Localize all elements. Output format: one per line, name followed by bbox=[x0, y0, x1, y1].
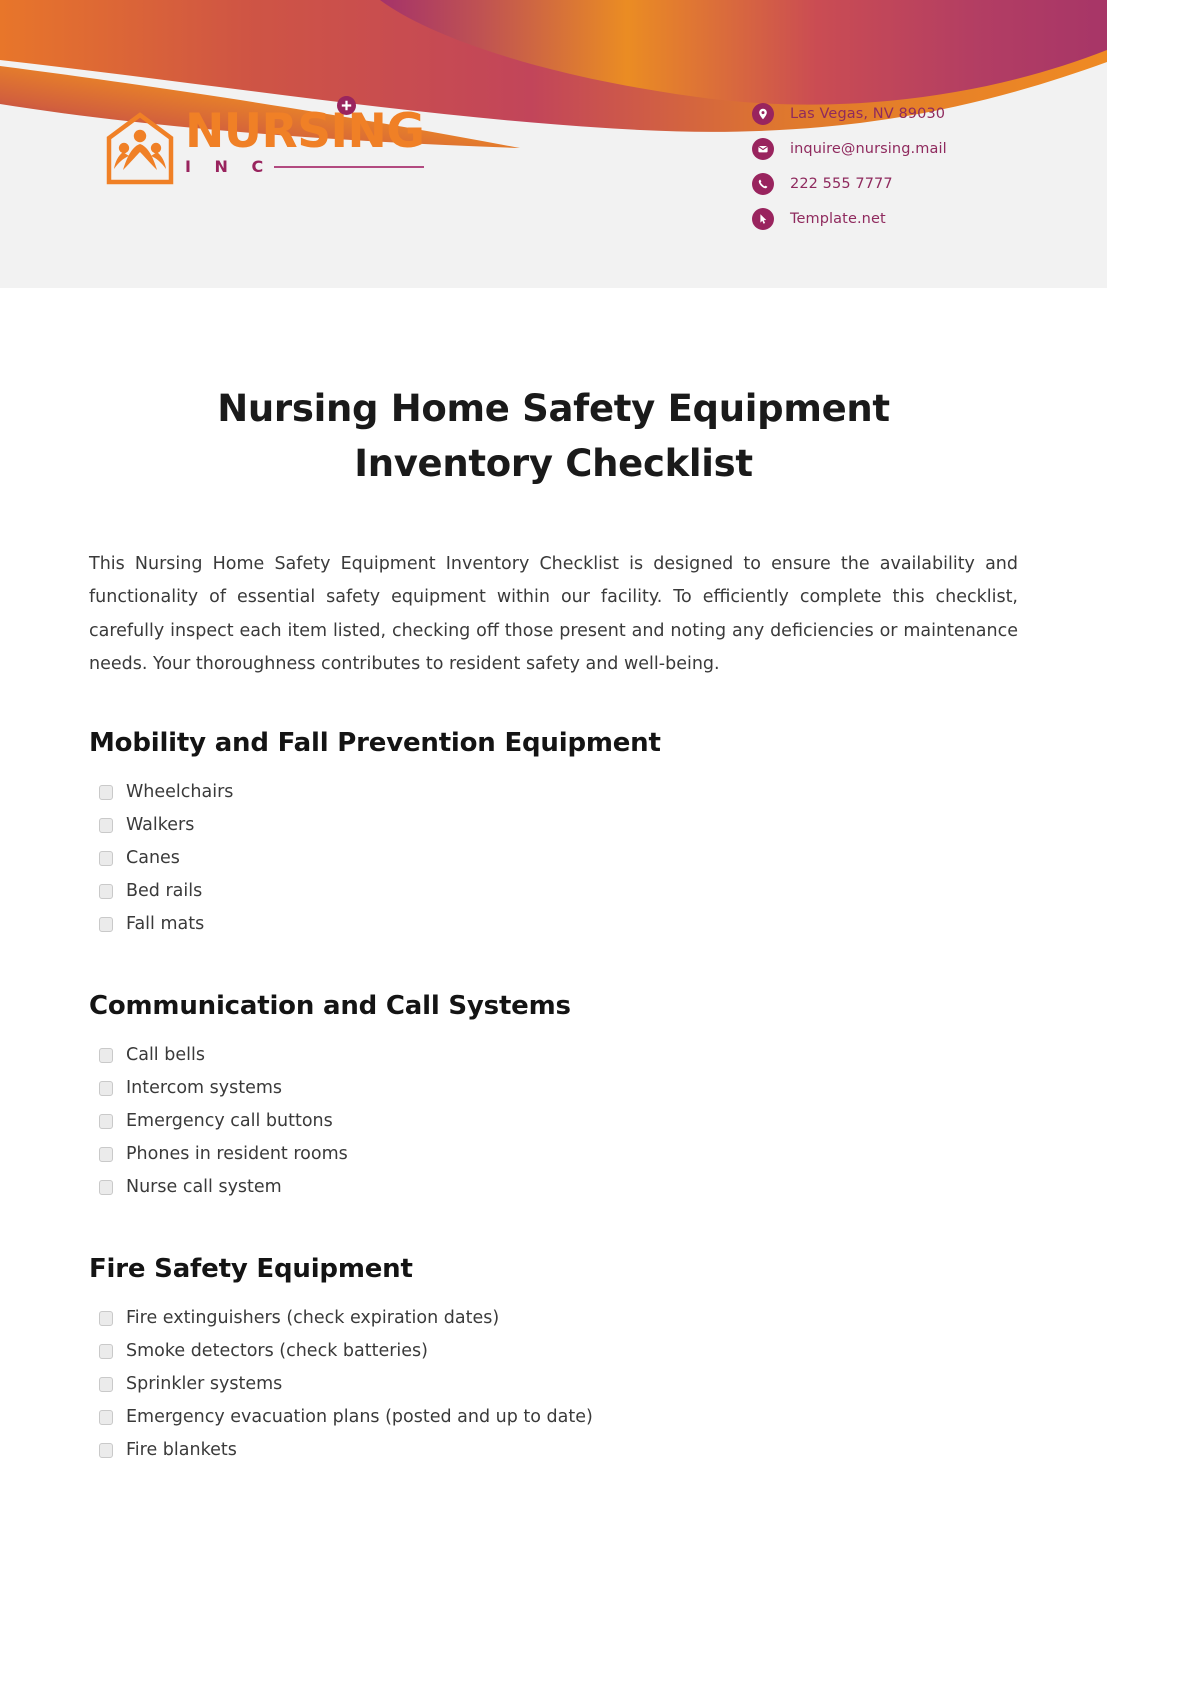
contact-phone-text: 222 555 7777 bbox=[790, 175, 893, 192]
section-fire-safety-equipment: Fire Safety Equipment Fire extinguishers… bbox=[89, 1254, 1018, 1467]
checkbox[interactable] bbox=[99, 1376, 113, 1392]
document-body: Nursing Home Safety Equipment Inventory … bbox=[0, 288, 1107, 1467]
section-title: Fire Safety Equipment bbox=[89, 1253, 413, 1284]
list-item[interactable]: Sprinkler systems bbox=[99, 1368, 1018, 1401]
section-communication-and-call-systems: Communication and Call Systems Call bell… bbox=[89, 991, 1018, 1204]
checkbox[interactable] bbox=[99, 1146, 113, 1162]
checkbox[interactable] bbox=[99, 1343, 113, 1359]
checklist-item-label: Smoke detectors (check batteries) bbox=[126, 1340, 428, 1361]
checkbox[interactable] bbox=[99, 817, 113, 833]
list-item[interactable]: Bed rails bbox=[99, 875, 1018, 908]
checklist-item-label: Fire blankets bbox=[126, 1439, 237, 1460]
list-item[interactable]: Fall mats bbox=[99, 908, 1018, 941]
phone-icon bbox=[752, 172, 774, 195]
contact-address-text: Las Vegas, NV 89030 bbox=[790, 105, 946, 122]
nursing-house-logo-icon bbox=[106, 112, 174, 185]
contact-info-list: Las Vegas, NV 89030 inquire@nursing.mail bbox=[752, 96, 947, 236]
brand-logo: NURSING I N C bbox=[105, 96, 425, 185]
checklist-item-label: Wheelchairs bbox=[126, 781, 234, 802]
list-item[interactable]: Phones in resident rooms bbox=[99, 1138, 1018, 1171]
contact-email-text: inquire@nursing.mail bbox=[790, 140, 947, 157]
checkbox[interactable] bbox=[99, 1442, 113, 1458]
checklist-item-label: Emergency evacuation plans (posted and u… bbox=[126, 1406, 593, 1427]
list-item[interactable]: Smoke detectors (check batteries) bbox=[99, 1335, 1018, 1368]
checkbox[interactable] bbox=[99, 850, 113, 866]
checklist-item-label: Fall mats bbox=[126, 913, 205, 934]
list-item[interactable]: Canes bbox=[99, 842, 1018, 875]
checklist-item-label: Canes bbox=[126, 847, 180, 868]
checkbox[interactable] bbox=[99, 1409, 113, 1425]
checklist-item-label: Emergency call buttons bbox=[126, 1110, 333, 1131]
list-item[interactable]: Fire extinguishers (check expiration dat… bbox=[99, 1302, 1018, 1335]
page-header: NURSING I N C Las Vegas, NV 89030 inquir… bbox=[0, 0, 1107, 288]
location-pin-icon bbox=[752, 102, 774, 125]
checklist-item-label: Intercom systems bbox=[126, 1077, 283, 1098]
checklist-item-label: Walkers bbox=[126, 814, 195, 835]
section-title: Communication and Call Systems bbox=[89, 990, 571, 1021]
checklist-item-label: Sprinkler systems bbox=[126, 1373, 283, 1394]
cursor-pointer-icon bbox=[752, 207, 774, 230]
checkbox[interactable] bbox=[99, 1080, 113, 1096]
checkbox[interactable] bbox=[99, 1047, 113, 1063]
contact-website-text: Template.net bbox=[790, 210, 886, 227]
checkbox[interactable] bbox=[99, 1310, 113, 1326]
checklist-item-label: Phones in resident rooms bbox=[126, 1143, 348, 1164]
checklist-item-label: Bed rails bbox=[126, 880, 203, 901]
list-item[interactable]: Walkers bbox=[99, 809, 1018, 842]
list-item[interactable]: Emergency call buttons bbox=[99, 1105, 1018, 1138]
contact-row-phone: 222 555 7777 bbox=[752, 166, 947, 201]
list-item[interactable]: Wheelchairs bbox=[99, 776, 1018, 809]
checkbox[interactable] bbox=[99, 883, 113, 899]
checklist-item-label: Call bells bbox=[126, 1044, 205, 1065]
section-title: Mobility and Fall Prevention Equipment bbox=[89, 727, 661, 758]
list-item[interactable]: Call bells bbox=[99, 1039, 1018, 1072]
list-item[interactable]: Intercom systems bbox=[99, 1072, 1018, 1105]
list-item[interactable]: Fire blankets bbox=[99, 1434, 1018, 1467]
checklist-item-label: Fire extinguishers (check expiration dat… bbox=[126, 1307, 500, 1328]
brand-underline-rule bbox=[274, 166, 425, 168]
contact-row-address: Las Vegas, NV 89030 bbox=[752, 96, 947, 131]
brand-wordmark: NURSING bbox=[185, 104, 425, 159]
list-item[interactable]: Emergency evacuation plans (posted and u… bbox=[99, 1401, 1018, 1434]
contact-row-website: Template.net bbox=[752, 201, 947, 236]
list-item[interactable]: Nurse call system bbox=[99, 1171, 1018, 1204]
checklist: Wheelchairs Walkers Canes Bed rails Fall… bbox=[89, 776, 1018, 941]
checklist-item-label: Nurse call system bbox=[126, 1176, 282, 1197]
contact-row-email: inquire@nursing.mail bbox=[752, 131, 947, 166]
checkbox[interactable] bbox=[99, 916, 113, 932]
checklist: Fire extinguishers (check expiration dat… bbox=[89, 1302, 1018, 1467]
page-title: Nursing Home Safety Equipment Inventory … bbox=[217, 387, 890, 485]
checklist: Call bells Intercom systems Emergency ca… bbox=[89, 1039, 1018, 1204]
envelope-icon bbox=[752, 137, 774, 160]
checkbox[interactable] bbox=[99, 1179, 113, 1195]
intro-paragraph: This Nursing Home Safety Equipment Inven… bbox=[89, 553, 1018, 675]
checkbox[interactable] bbox=[99, 784, 113, 800]
checkbox[interactable] bbox=[99, 1113, 113, 1129]
section-mobility-and-fall-prevention: Mobility and Fall Prevention Equipment W… bbox=[89, 728, 1018, 941]
brand-suffix: I N C bbox=[185, 157, 273, 176]
